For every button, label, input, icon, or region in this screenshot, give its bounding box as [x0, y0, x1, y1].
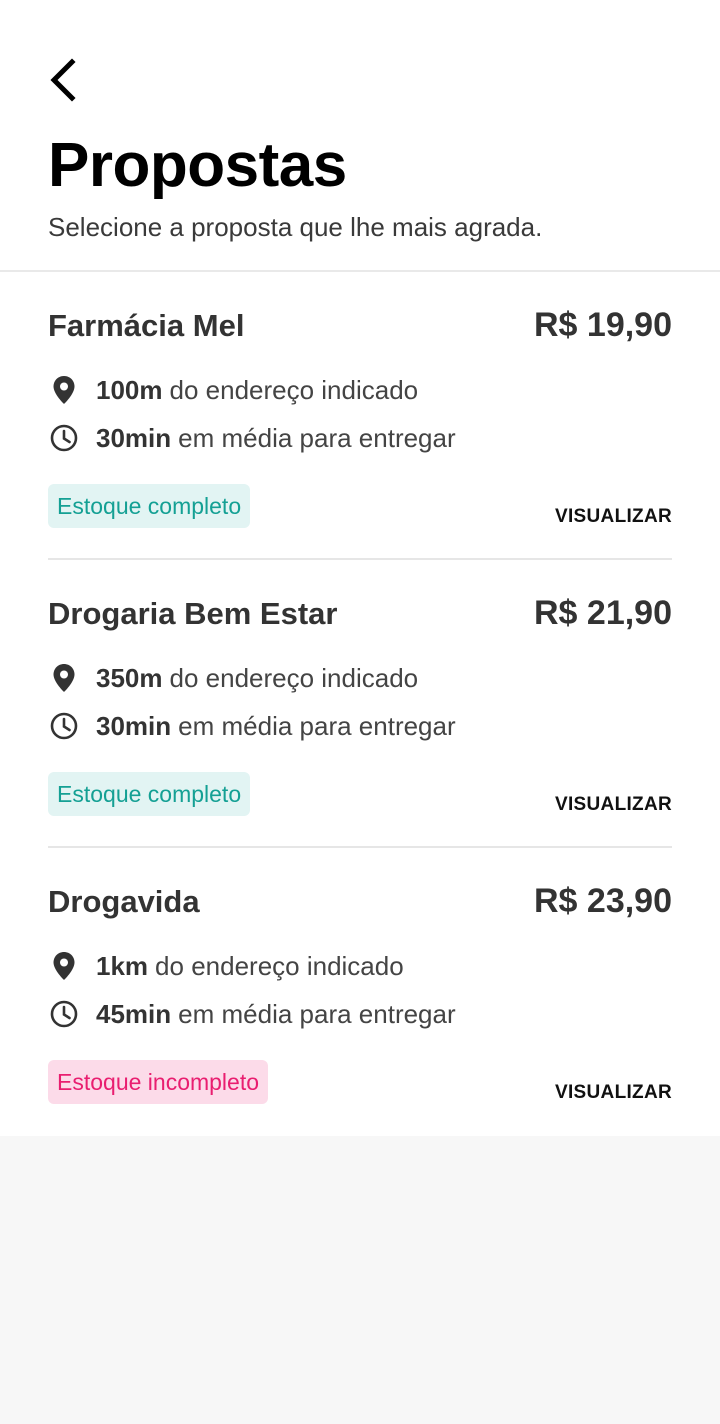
header: Propostas Selecione a proposta que lhe m… [0, 0, 720, 272]
page-subtitle: Selecione a proposta que lhe mais agrada… [48, 212, 543, 242]
time-label: em média para entregar [178, 422, 456, 453]
stock-badge: Estoque incompleto [48, 1060, 269, 1104]
distance-label: do endereço indicado [155, 950, 404, 981]
distance-value: 100m [96, 374, 163, 405]
page-title: Propostas [48, 131, 347, 200]
time-value: 45min [96, 998, 172, 1029]
proposal-price: R$ 19,90 [534, 306, 672, 344]
proposal-card[interactable]: Drogavida R$ 23,90 1km do endereço indic… [48, 848, 672, 1136]
location-pin-icon [48, 662, 80, 694]
time-label: em média para entregar [178, 710, 456, 741]
view-button[interactable]: VISUALIZAR [555, 794, 672, 816]
view-button[interactable]: VISUALIZAR [555, 506, 672, 528]
time-value: 30min [96, 422, 172, 453]
stock-badge: Estoque completo [48, 484, 251, 528]
distance-row: 1km do endereço indicado [48, 948, 404, 984]
distance-value: 350m [96, 662, 163, 693]
time-row: 30min em média para entregar [48, 708, 456, 744]
location-pin-icon [48, 374, 80, 406]
stock-badge: Estoque completo [48, 772, 251, 816]
clock-icon [48, 998, 80, 1030]
location-pin-icon [48, 950, 80, 982]
pharmacy-name: Drogavida [48, 884, 200, 919]
proposal-price: R$ 23,90 [534, 882, 672, 920]
time-row: 30min em média para entregar [48, 420, 456, 456]
time-value: 30min [96, 710, 172, 741]
distance-label: do endereço indicado [169, 374, 419, 405]
time-row: 45min em média para entregar [48, 996, 456, 1032]
proposal-card[interactable]: Drogaria Bem Estar R$ 21,90 350m do ende… [48, 560, 672, 848]
proposal-price: R$ 21,90 [534, 594, 672, 632]
distance-value: 1km [96, 950, 149, 981]
back-button[interactable] [36, 52, 92, 108]
clock-icon [48, 422, 80, 454]
proposal-list: Farmácia Mel R$ 19,90 100m do endereço i… [0, 272, 720, 1136]
chevron-left-icon [50, 58, 76, 102]
view-button[interactable]: VISUALIZAR [555, 1082, 672, 1104]
pharmacy-name: Drogaria Bem Estar [48, 596, 338, 631]
proposal-card[interactable]: Farmácia Mel R$ 19,90 100m do endereço i… [48, 272, 672, 560]
distance-row: 350m do endereço indicado [48, 660, 418, 696]
proposals-screen: Propostas Selecione a proposta que lhe m… [0, 0, 720, 1424]
clock-icon [48, 710, 80, 742]
pharmacy-name: Farmácia Mel [48, 308, 245, 343]
time-label: em média para entregar [178, 998, 456, 1029]
distance-label: do endereço indicado [169, 662, 419, 693]
distance-row: 100m do endereço indicado [48, 372, 418, 408]
